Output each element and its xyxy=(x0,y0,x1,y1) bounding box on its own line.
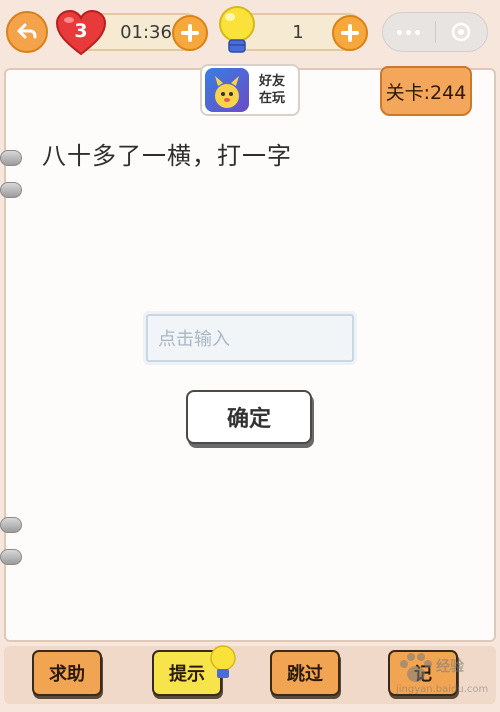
level-indicator: 关卡:244 xyxy=(380,66,472,116)
lives-count: 3 xyxy=(74,20,88,42)
friends-badge-line1: 好友 xyxy=(258,74,285,89)
binder-ring xyxy=(0,182,22,198)
lightbulb-icon xyxy=(210,645,236,678)
lightbulb-icon xyxy=(219,6,255,53)
confirm-button[interactable]: 确定 xyxy=(186,390,312,444)
level-label: 关卡:244 xyxy=(385,81,467,104)
more-menu-button[interactable] xyxy=(383,29,435,35)
binder-ring xyxy=(0,150,22,166)
binder-ring xyxy=(0,549,22,565)
add-hint-button[interactable] xyxy=(332,15,368,51)
friend-game-thumbnail xyxy=(205,68,249,112)
binder-ring xyxy=(0,517,22,533)
back-arrow-icon xyxy=(17,23,37,39)
help-button[interactable]: 求助 xyxy=(32,650,102,696)
friends-badge-line2: 在玩 xyxy=(258,91,285,106)
record-button[interactable]: 记 xyxy=(388,650,458,696)
answer-input[interactable]: 点击输入 xyxy=(146,314,354,362)
add-time-button[interactable] xyxy=(172,15,208,51)
close-miniprogram-button[interactable] xyxy=(436,21,488,43)
answer-placeholder: 点击输入 xyxy=(158,329,230,350)
miniprogram-capsule xyxy=(382,12,488,52)
plus-icon xyxy=(181,24,199,42)
target-icon xyxy=(452,22,471,42)
skip-button[interactable]: 跳过 xyxy=(270,650,340,696)
back-button[interactable] xyxy=(6,11,48,53)
friends-playing-badge[interactable]: 好友 在玩 xyxy=(200,64,300,116)
timer-text: 01:36 xyxy=(120,21,172,43)
plus-icon xyxy=(341,24,359,42)
hint-count: 1 xyxy=(292,21,304,43)
riddle-question: 八十多了一横，打一字 xyxy=(42,142,292,170)
